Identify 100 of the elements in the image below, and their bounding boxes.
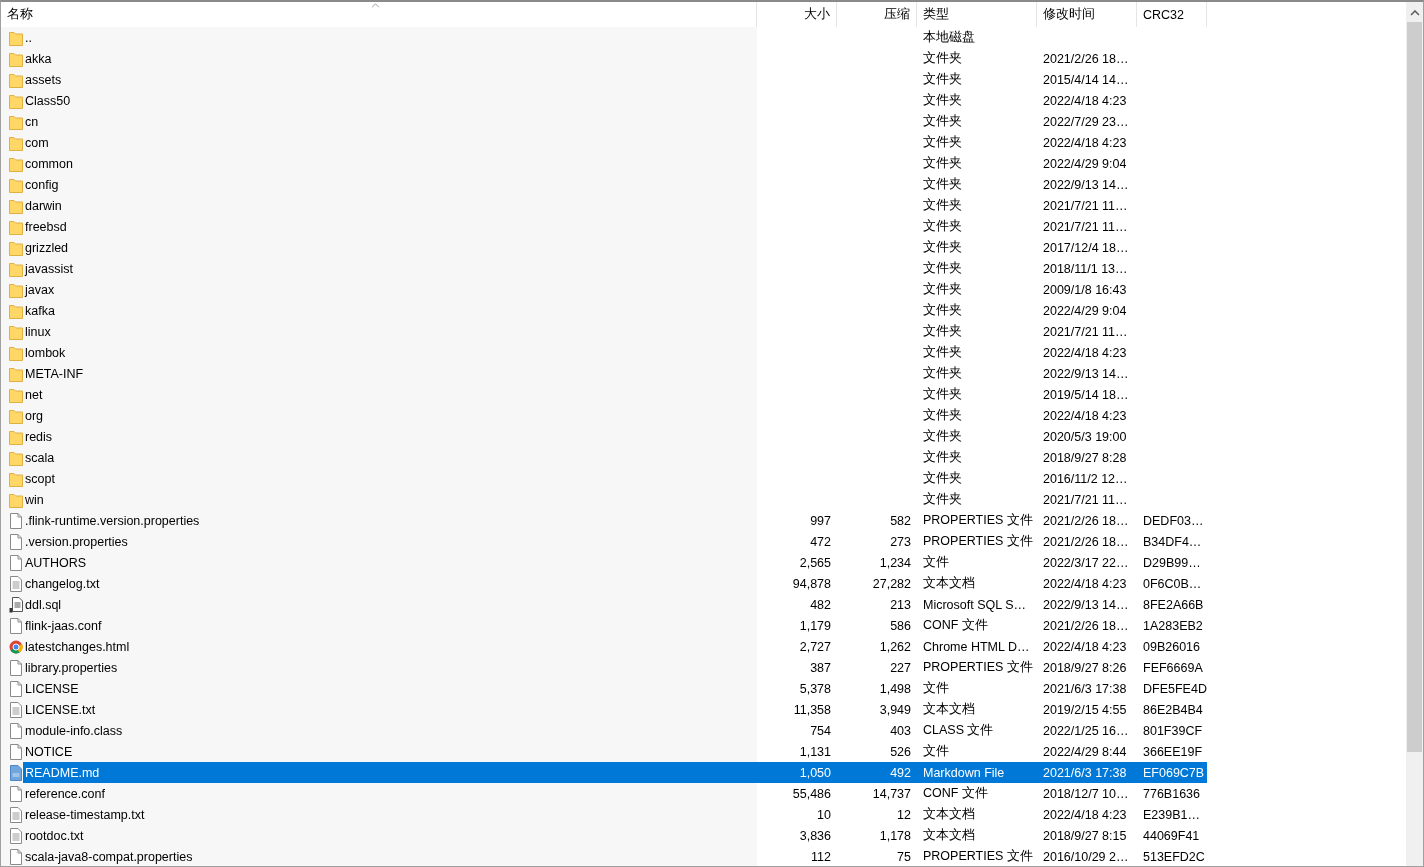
crc-checksum: DEDF03…: [1143, 513, 1204, 528]
file-name[interactable]: AUTHORS: [25, 555, 87, 570]
modified-time: 2018/9/27 8:28: [1043, 450, 1127, 465]
file-name[interactable]: scala-java8-compat.properties: [25, 849, 193, 864]
file-name[interactable]: freebsd: [25, 219, 67, 234]
packed-size: 492: [890, 765, 911, 780]
file-name[interactable]: LICENSE.txt: [25, 702, 96, 717]
crc-checksum: 0F6C0B…: [1143, 576, 1202, 591]
crc-checksum: 366EE19F: [1143, 744, 1203, 759]
file-type: PROPERTIES 文件: [923, 533, 1033, 550]
column-header[interactable]: 大小: [757, 2, 837, 27]
modified-time: 2019/2/15 4:55: [1043, 702, 1127, 717]
file-type: CONF 文件: [923, 617, 988, 634]
file-name[interactable]: javassist: [25, 261, 73, 276]
file-name[interactable]: com: [25, 135, 49, 150]
file-name[interactable]: win: [25, 492, 44, 507]
modified-time: 2022/4/18 4:23: [1043, 639, 1127, 654]
file-name[interactable]: linux: [25, 324, 51, 339]
file-name[interactable]: module-info.class: [25, 723, 123, 738]
file-type: 文件夹: [923, 323, 962, 340]
file-name[interactable]: reference.conf: [25, 786, 105, 801]
modified-time: 2018/12/7 10…: [1043, 786, 1129, 801]
file-name[interactable]: ..: [25, 30, 32, 45]
file-type: 文件夹: [923, 365, 962, 382]
modified-time: 2019/5/14 18…: [1043, 387, 1129, 402]
file-name[interactable]: library.properties: [25, 660, 118, 675]
packed-size: 582: [890, 513, 911, 528]
file-name[interactable]: rootdoc.txt: [25, 828, 84, 843]
file-name[interactable]: redis: [25, 429, 53, 444]
file-type: 文本文档: [923, 806, 975, 823]
file-name[interactable]: NOTICE: [25, 744, 73, 759]
file-size: 55,486: [792, 786, 831, 801]
file-name[interactable]: grizzled: [25, 240, 69, 255]
modified-time: 2018/11/1 13…: [1043, 261, 1128, 276]
file-size: 112: [811, 849, 831, 864]
file-name[interactable]: cn: [25, 114, 39, 129]
file-name[interactable]: scala: [25, 450, 55, 465]
column-header[interactable]: CRC32: [1137, 2, 1207, 27]
packed-size: 3,949: [879, 702, 911, 717]
modified-time: 2020/5/3 19:00: [1043, 429, 1127, 444]
column-header[interactable]: 类型: [917, 2, 1037, 27]
vertical-scrollbar[interactable]: [1406, 2, 1423, 866]
modified-time: 2022/1/25 16…: [1043, 723, 1129, 738]
file-name[interactable]: lombok: [25, 345, 66, 360]
modified-time: 2021/7/21 11…: [1043, 219, 1128, 234]
column-header[interactable]: 压缩: [837, 2, 917, 27]
file-type: 文件夹: [923, 71, 962, 88]
file-name[interactable]: .version.properties: [25, 534, 128, 549]
file-type: 文件夹: [923, 92, 962, 109]
file-name[interactable]: release-timestamp.txt: [25, 807, 145, 822]
crc-checksum: 513EFD2C: [1143, 849, 1205, 864]
modified-time: 2021/7/21 11…: [1043, 492, 1128, 507]
file-name[interactable]: LICENSE: [25, 681, 79, 696]
file-name[interactable]: akka: [25, 51, 52, 66]
file-name[interactable]: javax: [25, 282, 55, 297]
file-name[interactable]: ddl.sql: [25, 597, 62, 612]
crc-checksum: E239B1…: [1143, 807, 1200, 822]
file-name[interactable]: flink-jaas.conf: [25, 618, 102, 633]
file-name[interactable]: scopt: [25, 471, 55, 486]
crc-checksum: B34DF4…: [1143, 534, 1202, 549]
crc-checksum: 8FE2A66B: [1143, 597, 1204, 612]
file-type: 文件夹: [923, 176, 962, 193]
file-type: 文件夹: [923, 113, 962, 130]
file-name[interactable]: META-INF: [25, 366, 84, 381]
modified-time: 2021/6/3 17:38: [1043, 681, 1127, 696]
file-size: 387: [810, 660, 831, 675]
file-type: 文件夹: [923, 344, 962, 361]
file-name[interactable]: kafka: [25, 303, 55, 318]
modified-time: 2021/2/26 18…: [1043, 618, 1129, 633]
scrollbar-thumb[interactable]: [1407, 22, 1422, 752]
modified-time: 2009/1/8 16:43: [1043, 282, 1127, 297]
packed-size: 227: [890, 660, 911, 675]
file-name[interactable]: org: [25, 408, 44, 423]
modified-time: 2022/4/18 4:23: [1043, 345, 1127, 360]
file-name[interactable]: common: [25, 156, 73, 171]
file-name[interactable]: changelog.txt: [25, 576, 100, 591]
file-type: 文件: [923, 680, 949, 697]
file-type: CLASS 文件: [923, 722, 994, 739]
file-type: 文件夹: [923, 50, 962, 67]
file-type: 文件夹: [923, 281, 962, 298]
modified-time: 2018/9/27 8:15: [1043, 828, 1127, 843]
file-type: 文本文档: [923, 827, 975, 844]
file-name[interactable]: README.md: [25, 765, 100, 780]
modified-time: 2017/12/4 18…: [1043, 240, 1129, 255]
file-type: 文件夹: [923, 218, 962, 235]
modified-time: 2022/4/18 4:23: [1043, 93, 1127, 108]
packed-size: 273: [890, 534, 911, 549]
file-name[interactable]: Class50: [25, 93, 71, 108]
file-name[interactable]: net: [25, 387, 43, 402]
file-name[interactable]: .flink-runtime.version.properties: [25, 513, 200, 528]
file-type: 文件夹: [923, 134, 962, 151]
modified-time: 2021/7/21 11…: [1043, 324, 1128, 339]
column-header[interactable]: 修改时间: [1037, 2, 1137, 27]
crc-checksum: DFE5FE4D: [1143, 681, 1207, 696]
file-name[interactable]: latestchanges.html: [25, 639, 130, 654]
file-name[interactable]: config: [25, 177, 59, 192]
packed-size: 1,262: [879, 639, 911, 654]
file-name[interactable]: assets: [25, 72, 62, 87]
crc-checksum: 1A283EB2: [1143, 618, 1203, 633]
file-name[interactable]: darwin: [25, 198, 62, 213]
